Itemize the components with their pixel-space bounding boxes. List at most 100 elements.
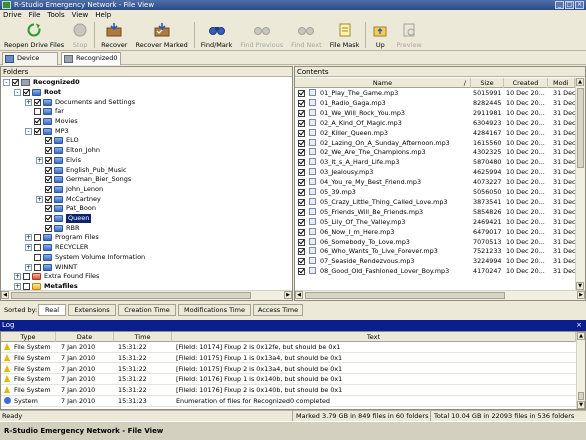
column-header-created[interactable]: Created bbox=[504, 78, 548, 88]
minimize-button[interactable]: _ bbox=[555, 1, 564, 9]
folder-tree-item[interactable]: Pat_Boon bbox=[36, 204, 96, 214]
log-column-time[interactable]: Time bbox=[114, 332, 172, 342]
sort-tab-extensions[interactable]: Extensions bbox=[68, 304, 116, 316]
stop-button[interactable]: Stop bbox=[68, 22, 92, 49]
file-row[interactable]: 01_Play_The_Game.mp3 5015991 10 Dec 20... 3… bbox=[295, 89, 575, 98]
file-checkbox[interactable] bbox=[298, 198, 305, 206]
folder-tree-item[interactable]: + Program Files bbox=[25, 233, 99, 243]
log-row[interactable]: File System 7 Jan 2010 15:31:22 [FileId: 10… bbox=[1, 364, 576, 375]
file-checkbox[interactable] bbox=[298, 248, 305, 256]
column-header-modified[interactable]: Modi bbox=[548, 78, 575, 88]
folder-checkbox[interactable] bbox=[23, 282, 30, 290]
file-checkbox[interactable] bbox=[298, 218, 305, 226]
file-row[interactable]: 06_Somebody_To_Love.mp3 7070513 10 Dec 20.… bbox=[295, 237, 575, 247]
folder-checkbox[interactable] bbox=[23, 273, 30, 281]
collapse-icon[interactable]: - bbox=[14, 88, 21, 96]
folder-checkbox[interactable] bbox=[34, 253, 41, 261]
folder-checkbox[interactable] bbox=[34, 263, 41, 271]
folders-horizontal-scrollbar[interactable]: ◀ ▶ bbox=[1, 290, 292, 300]
folder-tree-item[interactable]: - Root bbox=[14, 88, 61, 98]
folder-checkbox[interactable] bbox=[23, 88, 30, 96]
file-row[interactable]: 01_Radio_Gaga.mp3 8282445 10 Dec 20... 31 D… bbox=[295, 98, 575, 108]
folder-tree-item[interactable]: + RECYCLER bbox=[25, 243, 88, 253]
expand-icon[interactable]: + bbox=[36, 195, 43, 203]
maximize-button[interactable]: □ bbox=[565, 1, 574, 9]
sort-tab-creation-time[interactable]: Creation Time bbox=[118, 304, 176, 316]
scroll-left-button[interactable]: ◀ bbox=[295, 291, 303, 299]
file-checkbox[interactable] bbox=[298, 129, 305, 137]
log-row[interactable]: File System 7 Jan 2010 15:31:22 [FileId: 10… bbox=[1, 375, 576, 385]
scroll-right-button[interactable]: ▶ bbox=[577, 291, 585, 299]
close-button[interactable]: × bbox=[575, 1, 584, 9]
recover-marked-button[interactable]: Recover Marked bbox=[131, 22, 191, 49]
expand-icon[interactable]: + bbox=[25, 244, 32, 252]
menu-view[interactable]: View bbox=[72, 11, 89, 19]
file-row[interactable]: 03_Jealousy.mp3 4625994 10 Dec 20... 31 Dec bbox=[295, 168, 575, 177]
expand-icon[interactable]: + bbox=[25, 234, 32, 242]
folder-checkbox[interactable] bbox=[12, 79, 19, 87]
expand-icon[interactable]: + bbox=[14, 273, 21, 281]
log-vertical-scrollbar[interactable]: ▲ ▼ bbox=[576, 332, 585, 409]
menu-help[interactable]: Help bbox=[95, 11, 111, 19]
folder-checkbox[interactable] bbox=[45, 156, 52, 164]
folder-tree-item[interactable]: + Metafiles bbox=[14, 282, 78, 290]
file-checkbox[interactable] bbox=[298, 149, 305, 157]
file-row[interactable]: 04_You_re_My_Best_Friend.mp3 4073227 10 De… bbox=[295, 178, 575, 187]
column-header-size[interactable]: Size bbox=[471, 78, 504, 88]
log-column-date[interactable]: Date bbox=[56, 332, 114, 342]
folder-checkbox[interactable] bbox=[34, 108, 41, 116]
find-mark-button[interactable]: Find/Mark bbox=[197, 22, 237, 49]
file-checkbox[interactable] bbox=[298, 139, 305, 147]
expand-icon[interactable]: + bbox=[14, 282, 21, 290]
folder-tree-item[interactable]: + Elvis bbox=[36, 156, 81, 166]
folder-tree-item[interactable]: - MP3 bbox=[25, 127, 69, 137]
file-checkbox[interactable] bbox=[298, 228, 305, 236]
preview-button[interactable]: Preview bbox=[392, 22, 425, 49]
folder-tree-item[interactable]: Elton_John bbox=[36, 146, 100, 156]
folder-tree-item[interactable]: John_Lenon bbox=[36, 185, 103, 195]
folder-checkbox[interactable] bbox=[45, 224, 52, 232]
folder-tree-item[interactable]: ELO bbox=[36, 136, 79, 146]
file-row[interactable]: 05_39.mp3 5056050 10 Dec 20... 31 Dec bbox=[295, 188, 575, 197]
scroll-down-button[interactable]: ▼ bbox=[577, 401, 585, 409]
folder-checkbox[interactable] bbox=[45, 166, 52, 174]
file-checkbox[interactable] bbox=[298, 179, 305, 187]
scroll-thumb[interactable] bbox=[578, 392, 584, 400]
file-row[interactable]: 02_Killer_Queen.mp3 4284167 10 Dec 20... 31… bbox=[295, 128, 575, 138]
tab-device-view[interactable]: Device view bbox=[2, 52, 58, 73]
expand-icon[interactable]: + bbox=[25, 263, 32, 271]
folder-checkbox[interactable] bbox=[45, 176, 52, 184]
folder-checkbox[interactable] bbox=[45, 185, 52, 193]
file-row[interactable]: 03_It_s_A_Hard_Life.mp3 5870480 10 Dec 20.… bbox=[295, 158, 575, 167]
expand-icon[interactable]: + bbox=[25, 98, 32, 106]
folder-checkbox[interactable] bbox=[45, 215, 52, 223]
contents-vertical-scrollbar[interactable]: ▲ ▼ bbox=[575, 78, 585, 290]
folder-tree-item[interactable]: far bbox=[25, 107, 64, 117]
folder-tree-item[interactable]: + McCartney bbox=[36, 194, 101, 204]
collapse-icon[interactable]: - bbox=[3, 79, 10, 87]
collapse-icon[interactable]: - bbox=[25, 127, 32, 135]
find-next-button[interactable]: Find Next bbox=[287, 22, 326, 49]
scroll-left-button[interactable]: ◀ bbox=[1, 291, 9, 299]
folder-checkbox[interactable] bbox=[34, 234, 41, 242]
file-mask-button[interactable]: File Mask bbox=[326, 22, 364, 49]
file-row[interactable]: 01_We_Will_Rock_You.mp3 2911981 10 Dec 20.… bbox=[295, 108, 575, 118]
file-row[interactable]: 02_A_Kind_Of_Magic.mp3 6304923 10 Dec 20..… bbox=[295, 118, 575, 128]
file-row[interactable]: 06_Who_Wants_To_Live_Forever.mp3 7521233 1… bbox=[295, 247, 575, 256]
file-row[interactable]: 05_Crazy_Little_Thing_Called_Love.mp3 387… bbox=[295, 197, 575, 207]
scroll-thumb[interactable] bbox=[11, 292, 251, 299]
folder-tree-item[interactable]: Queen bbox=[36, 214, 92, 224]
file-checkbox[interactable] bbox=[298, 159, 305, 167]
file-row[interactable]: 07_Seaside_Rendezvous.mp3 3224994 10 Dec 2… bbox=[295, 257, 575, 266]
file-checkbox[interactable] bbox=[298, 268, 305, 276]
menu-tools[interactable]: Tools bbox=[47, 11, 64, 19]
folder-tree-item[interactable]: System Volume Information bbox=[25, 253, 145, 263]
sort-tab-modifications-time[interactable]: Modifications Time bbox=[178, 304, 251, 316]
menu-drive[interactable]: Drive bbox=[3, 11, 22, 19]
folder-checkbox[interactable] bbox=[45, 137, 52, 145]
tab-recognized0[interactable]: Recognized0 bbox=[61, 52, 121, 65]
taskbar-window-title[interactable]: R-Studio Emergency Network - File View bbox=[4, 427, 163, 435]
folder-checkbox[interactable] bbox=[45, 205, 52, 213]
log-row[interactable]: File System 7 Jan 2010 15:31:22 [FileId: 10… bbox=[1, 353, 576, 364]
menu-file[interactable]: File bbox=[29, 11, 41, 19]
